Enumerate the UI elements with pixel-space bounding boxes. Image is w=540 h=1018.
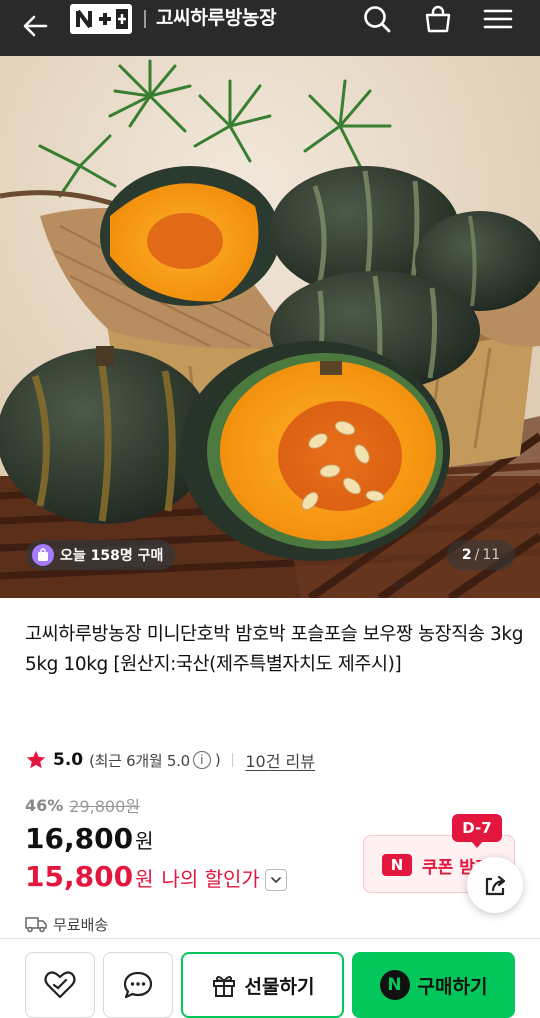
back-arrow-icon[interactable] [16, 6, 56, 46]
search-icon[interactable] [360, 2, 394, 36]
product-title: 고씨하루방농장 미니단호박 밤호박 포슬포슬 보우짱 농장직송 3kg 5kg … [25, 624, 524, 675]
buy-button[interactable]: N 구매하기 [352, 952, 515, 1018]
naver-n-icon: N [382, 854, 412, 876]
chevron-down-icon[interactable] [265, 869, 287, 891]
d-day-badge: D-7 [452, 814, 502, 848]
my-price-value: 15,800 [25, 860, 134, 893]
star-icon [26, 750, 46, 769]
my-discount-price[interactable]: 15,800 원 나의 할인가 [25, 860, 260, 898]
rating-recent-close: ) [214, 751, 221, 769]
shopping-bag-icon[interactable] [421, 2, 455, 36]
today-buyers-badge: 오늘 158명 구매 [26, 540, 176, 570]
naver-plus-store-logo[interactable] [70, 4, 132, 34]
rating-divider [232, 753, 234, 767]
sale-price-currency: 원 [135, 829, 154, 853]
image-counter-total: 11 [482, 547, 501, 563]
product-photo-pumpkins [0, 56, 540, 598]
wishlist-button[interactable] [25, 952, 95, 1018]
original-price: 29,800원 [69, 797, 141, 816]
bag-badge-icon [32, 544, 54, 566]
my-price-label: 나의 할인가 [161, 867, 260, 891]
discount-row: 46% 29,800원 [25, 794, 141, 817]
heart-icon [44, 971, 76, 999]
rating-row: 5.0 (최근 6개월 5.0 i ) 10건 리뷰 [25, 746, 315, 774]
share-icon [485, 875, 506, 896]
image-counter: 2 / 11 [447, 540, 515, 570]
truck-icon [25, 917, 47, 933]
product-image-gallery[interactable]: 오늘 158명 구매 2 / 11 [0, 56, 540, 598]
naver-pay-icon: N [379, 970, 410, 1000]
review-link[interactable]: 10건 리뷰 [245, 748, 315, 772]
top-header: 고씨하루방농장 [0, 0, 540, 56]
logo-divider [144, 10, 146, 28]
shipping-row: 무료배송 [25, 912, 108, 936]
share-button[interactable] [467, 857, 523, 913]
my-price-currency: 원 [135, 867, 154, 891]
hamburger-menu-icon[interactable] [481, 2, 515, 36]
chat-inquiry-button[interactable] [103, 952, 173, 1018]
shipping-text: 무료배송 [53, 915, 109, 934]
image-counter-current: 2 [461, 547, 472, 563]
gift-icon [212, 976, 235, 997]
image-counter-separator: / [474, 547, 480, 563]
sale-price: 16,800 원 [25, 822, 153, 855]
gift-label: 선물하기 [244, 975, 315, 998]
bottom-action-bar: 선물하기 N 구매하기 [0, 938, 540, 1018]
store-name[interactable]: 고씨하루방농장 [156, 3, 277, 33]
rating-recent: (최근 6개월 5.0 [89, 751, 190, 770]
gift-button[interactable]: 선물하기 [181, 952, 344, 1018]
sale-price-value: 16,800 [25, 822, 134, 855]
rating-score: 5.0 [53, 750, 84, 770]
buy-label: 구매하기 [417, 975, 488, 998]
today-buyers-text: 오늘 158명 구매 [60, 548, 164, 564]
info-icon[interactable]: i [192, 751, 211, 769]
discount-rate: 46% [25, 795, 64, 815]
chat-bubble-icon [123, 971, 153, 999]
